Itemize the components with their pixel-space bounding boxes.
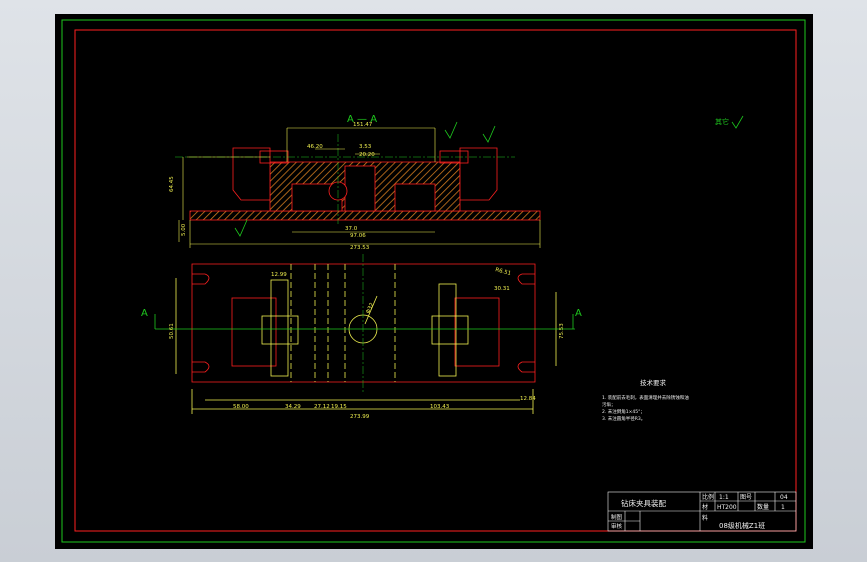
draw-label: 制图 <box>611 513 623 521</box>
inner-border <box>74 29 797 532</box>
note-line-3: 2. 未注倒角1×45°； <box>602 408 645 415</box>
check-label: 审核 <box>611 522 623 530</box>
section-mark-left: A <box>141 308 148 319</box>
roughness-symbol <box>731 115 744 129</box>
dim-b-mid: 37.0 <box>345 226 358 232</box>
dim-d2: 3.53 <box>359 144 372 150</box>
drawing-canvas: A — A 151.47 46.20 3.53 20.20 64.45 5.00… <box>55 14 813 549</box>
dim-width-top: 151.47 <box>353 122 373 128</box>
drawing-name: 钻床夹具装配 <box>621 498 666 508</box>
dim-base-inner: 97.06 <box>350 233 366 239</box>
qty-value: 1 <box>781 504 785 511</box>
part-label: 料 <box>702 514 708 522</box>
body-cavity-right <box>394 183 436 212</box>
scale-label: 比例 <box>702 493 714 501</box>
note-line-2: 污垢； <box>602 401 616 408</box>
plan-view: A A 12.99 30.31 Φ32 R6.51 50.61 75.53 58… <box>141 254 582 420</box>
technical-notes: 技术要求 1. 装配前去毛刺，表面清理并去除锈蚀和油 污垢； 2. 未注倒角1×… <box>602 378 689 422</box>
plan-outline <box>191 263 536 383</box>
material-value: HT200 <box>717 504 737 511</box>
left-nut <box>261 315 299 345</box>
right-nut <box>431 315 469 345</box>
sheet-value: 04 <box>780 494 788 501</box>
dim-p1: 12.99 <box>271 272 287 278</box>
dim-left-h: 50.61 <box>169 323 175 339</box>
cad-drawing: A — A 151.47 46.20 3.53 20.20 64.45 5.00… <box>61 19 806 543</box>
scale-value: 1:1 <box>719 494 729 501</box>
dim-d3: 20.20 <box>359 152 375 158</box>
roughness-mark-3 <box>234 219 248 237</box>
note-line-1: 1. 装配前去毛刺，表面清理并去除锈蚀和油 <box>602 394 689 401</box>
left-clamp-plate <box>270 279 289 377</box>
roughness-mark-1 <box>444 121 458 139</box>
dim-b6: 12.84 <box>520 396 536 402</box>
note-line-4: 3. 未注圆角半径R3。 <box>602 415 645 422</box>
roughness-mark-2 <box>482 125 496 143</box>
dim-height-small: 5.00 <box>181 223 187 236</box>
base-plate <box>189 210 541 221</box>
sheet-label: 图号 <box>740 494 752 501</box>
dim-p2: 30.31 <box>494 286 510 292</box>
v-block <box>344 165 376 212</box>
dim-overall-top: 273.53 <box>350 245 370 251</box>
outer-border <box>61 19 806 543</box>
left-support <box>232 147 271 201</box>
right-support <box>459 147 498 201</box>
dim-b1: 58.00 <box>233 404 249 410</box>
roughness-note: 其它 <box>715 117 729 126</box>
dim-b5: 103.43 <box>430 404 450 410</box>
notes-heading: 技术要求 <box>640 378 667 387</box>
dim-dia: Φ32 <box>365 302 375 315</box>
dim-height-left: 64.45 <box>169 176 175 192</box>
dim-b4: 19.15 <box>331 404 347 410</box>
dim-d1: 46.20 <box>307 144 323 150</box>
section-mark-right: A <box>575 308 582 319</box>
dim-overall-plan: 273.99 <box>350 414 370 420</box>
qty-label: 数量 <box>757 503 769 511</box>
dim-right-h: 75.53 <box>559 323 565 339</box>
section-view: A — A 151.47 46.20 3.53 20.20 64.45 5.00… <box>169 114 541 251</box>
dim-b2: 34.29 <box>285 404 301 410</box>
material-label: 材 <box>702 503 708 511</box>
right-pad <box>454 297 500 367</box>
dim-corner: R6.51 <box>494 267 511 277</box>
right-clamp-plate <box>438 283 457 377</box>
dim-b3: 27.12 <box>314 404 330 410</box>
school-name: 08级机械Z1班 <box>719 521 765 530</box>
left-pad <box>231 297 277 367</box>
